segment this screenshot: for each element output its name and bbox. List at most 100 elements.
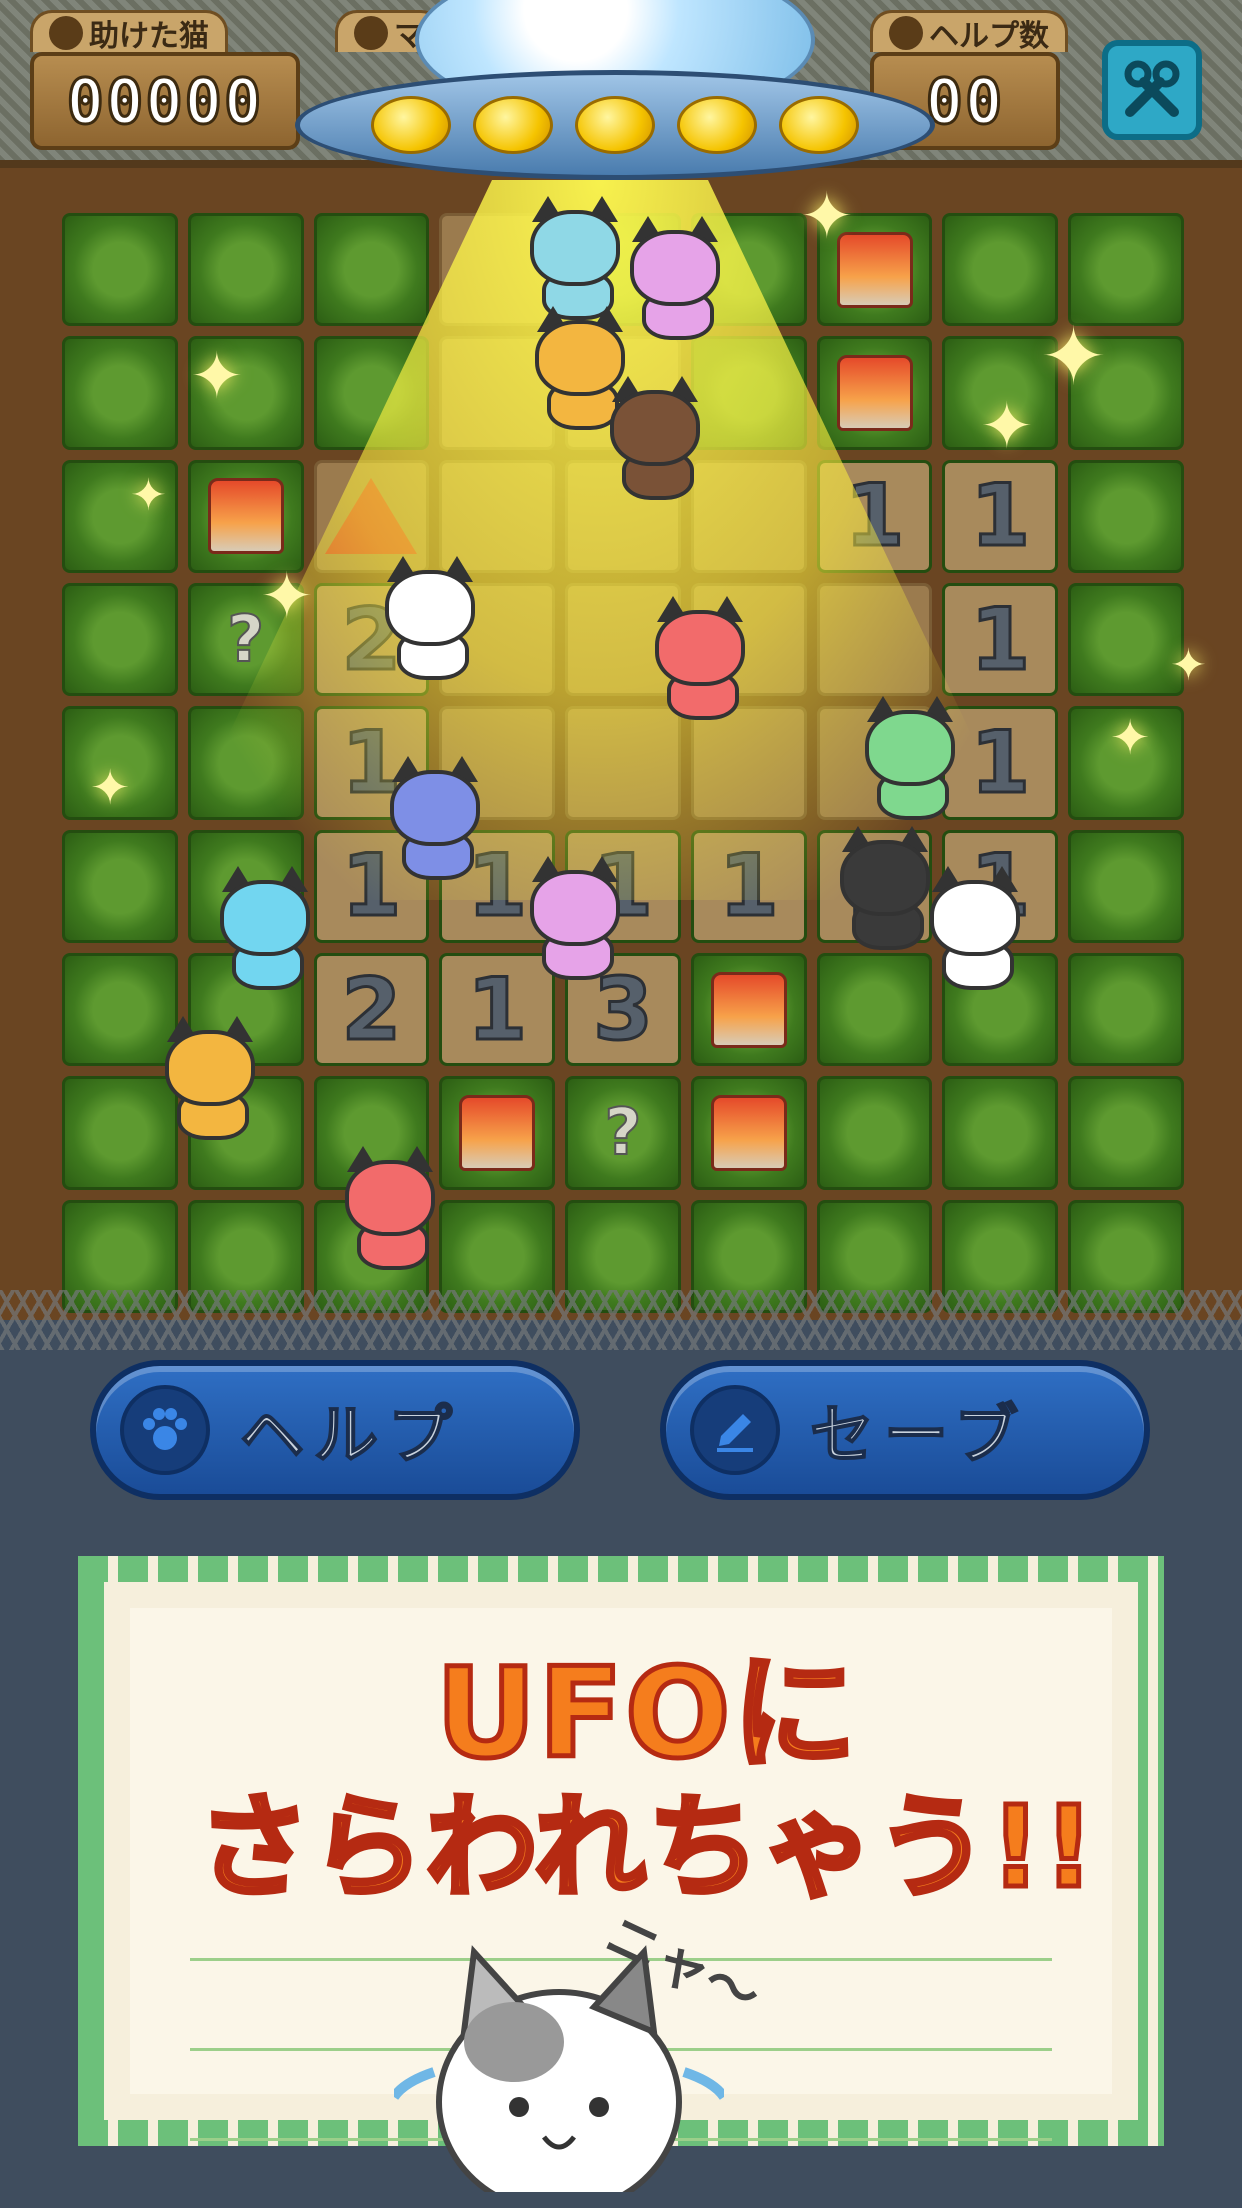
question-tile[interactable]: ? <box>565 1076 681 1190</box>
flagged-tile[interactable] <box>690 953 807 1067</box>
hidden-tile[interactable] <box>313 213 430 327</box>
cat-sprite <box>855 696 965 820</box>
hidden-tile[interactable] <box>1068 829 1184 943</box>
ufo-light <box>371 96 451 154</box>
sparkle-icon: ✦ <box>1170 640 1207 691</box>
hidden-tile[interactable] <box>62 213 178 327</box>
flagged-tile[interactable] <box>690 1076 807 1190</box>
pencil-icon <box>690 1385 780 1475</box>
tools-icon <box>1124 60 1180 117</box>
hidden-tile[interactable] <box>816 953 933 1067</box>
tile-number: 1 <box>843 465 906 568</box>
hidden-tile[interactable] <box>62 583 178 697</box>
cat-sprite <box>335 1146 445 1270</box>
ufo-light <box>575 96 655 154</box>
number-tile[interactable]: 1 <box>942 583 1059 697</box>
cat-head <box>865 710 955 786</box>
hidden-tile[interactable] <box>1068 583 1184 697</box>
cat-head <box>630 230 720 306</box>
flag-marker-icon <box>710 971 787 1048</box>
sparkle-icon: ✦ <box>800 180 854 254</box>
flagged-tile[interactable] <box>187 459 304 573</box>
sparkle-icon: ✦ <box>260 560 314 634</box>
flag-marker-icon <box>710 1094 787 1171</box>
warning-icon <box>325 478 418 555</box>
ufo-light <box>779 96 859 154</box>
number-tile[interactable]: 1 <box>690 829 807 943</box>
ufo-light <box>473 96 553 154</box>
help-count-label: ヘルプ数 <box>929 18 1049 54</box>
hidden-tile[interactable] <box>62 829 178 943</box>
sparkle-icon: ✦ <box>1110 710 1151 766</box>
revealed-tile[interactable] <box>690 706 807 820</box>
number-tile[interactable]: 1 <box>816 459 933 573</box>
hidden-tile[interactable] <box>187 213 304 327</box>
cat-sprite <box>600 376 710 500</box>
rescued-cats-counter: 助けた猫 00000 <box>30 10 300 150</box>
cat-sprite <box>645 596 755 720</box>
sparkle-icon: ✦ <box>1040 310 1108 403</box>
settings-button[interactable] <box>1102 40 1202 140</box>
cat-head <box>655 610 745 686</box>
number-tile[interactable]: 1 <box>942 459 1059 573</box>
ufo-disc <box>295 70 935 180</box>
hidden-tile[interactable] <box>187 706 304 820</box>
save-button[interactable]: セーブ <box>660 1360 1150 1500</box>
sparkle-icon: ✦ <box>980 390 1034 464</box>
cat-sprite <box>620 216 730 340</box>
hidden-tile[interactable] <box>1068 1076 1184 1190</box>
cat-sprite <box>375 556 485 680</box>
cat-head <box>385 570 475 646</box>
cat-head <box>165 1030 255 1106</box>
sparkle-icon: ✦ <box>190 340 244 414</box>
cat-sprite <box>520 196 630 320</box>
help-button-label: ヘルプ <box>239 1398 462 1474</box>
ufo <box>295 0 935 190</box>
help-button[interactable]: ヘルプ <box>90 1360 580 1500</box>
wire-fence <box>0 1290 1242 1350</box>
hidden-tile[interactable] <box>942 1076 1059 1190</box>
cat-head-icon <box>49 15 83 50</box>
tile-number: 1 <box>466 958 529 1061</box>
flagged-tile[interactable] <box>439 1076 556 1190</box>
cat-head <box>345 1160 435 1236</box>
rescued-cats-label-wrap: 助けた猫 <box>30 10 228 54</box>
sparkle-icon: ✦ <box>90 760 131 816</box>
cat-sprite <box>155 1016 265 1140</box>
cat-sprite <box>210 866 320 990</box>
hidden-tile[interactable] <box>313 336 430 450</box>
hidden-tile[interactable] <box>62 336 178 450</box>
crying-cat-illustration <box>394 1945 724 2192</box>
flag-marker-icon <box>836 354 913 431</box>
cat-head <box>390 770 480 846</box>
hidden-tile[interactable] <box>816 1076 933 1190</box>
flagged-tile[interactable] <box>816 336 933 450</box>
revealed-tile[interactable] <box>816 583 933 697</box>
revealed-tile[interactable] <box>565 706 681 820</box>
sparkle-icon: ✦ <box>130 470 167 521</box>
cat-sprite <box>380 756 490 880</box>
cat-head <box>840 840 930 916</box>
question-mark: ? <box>603 1095 642 1171</box>
cat-head <box>610 390 700 466</box>
promo-note-card: UFOに さらわれちゃう!! ニャ〜 <box>78 1556 1164 2192</box>
save-button-label: セーブ <box>809 1398 1029 1474</box>
paw-icon <box>120 1385 210 1475</box>
number-tile[interactable]: 2 <box>313 953 430 1067</box>
cat-head <box>930 880 1020 956</box>
cat-sprite <box>520 856 630 980</box>
tile-number: 1 <box>969 711 1032 814</box>
tile-number: 1 <box>969 588 1032 691</box>
ufo-light <box>677 96 757 154</box>
question-mark: ? <box>226 602 265 678</box>
cat-head <box>530 210 620 286</box>
rescued-cats-value: 00000 <box>30 52 300 150</box>
flag-marker-icon <box>459 1094 536 1171</box>
rescued-cats-label: 助けた猫 <box>89 18 209 54</box>
tile-number: 2 <box>340 958 403 1061</box>
hidden-tile[interactable] <box>1068 953 1184 1067</box>
cat-sprite <box>920 866 1030 990</box>
headline-line-2: さらわれちゃう!! <box>195 1781 1097 1916</box>
hidden-tile[interactable] <box>1068 459 1184 573</box>
tile-number: 1 <box>969 465 1032 568</box>
